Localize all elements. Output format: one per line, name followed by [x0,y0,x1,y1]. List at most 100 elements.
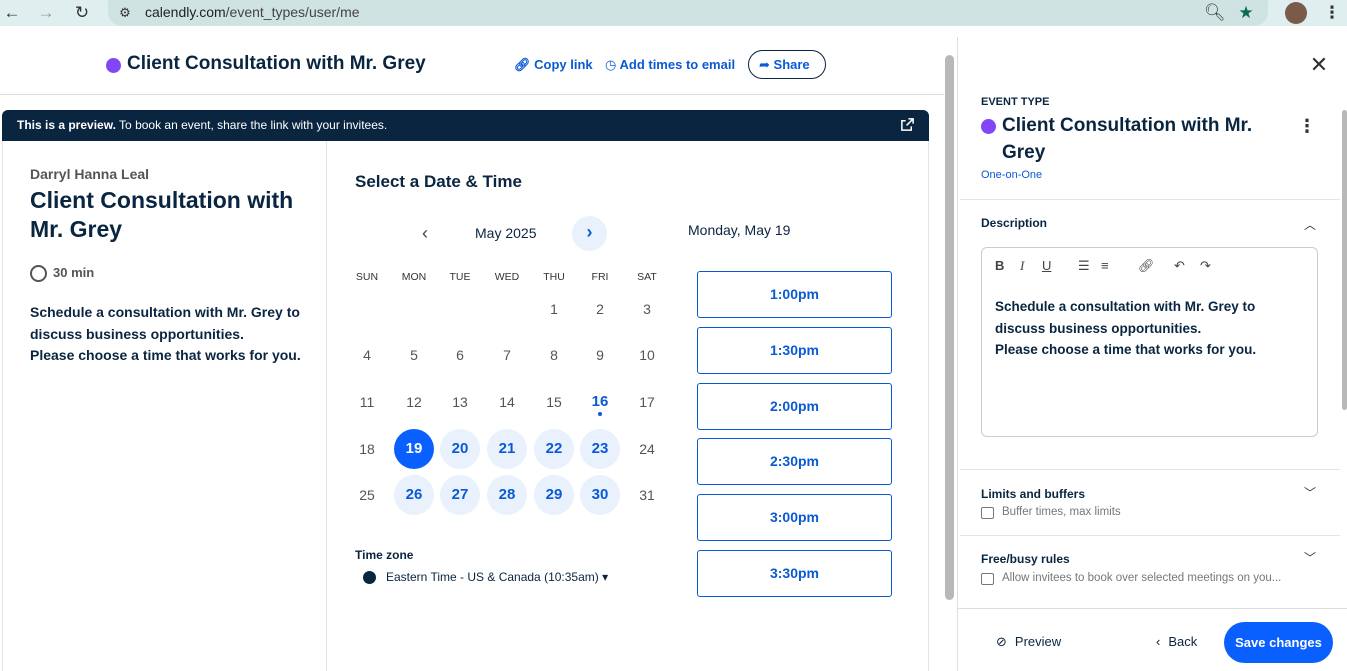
calendar-day[interactable]: 20 [440,429,480,469]
editor-content[interactable]: Schedule a consultation with Mr. Grey to… [995,296,1305,361]
calendar-day: 8 [550,347,558,363]
calendar-day[interactable]: 19 [394,429,434,469]
footer-divider [958,608,1347,609]
calendar-day[interactable]: 30 [580,475,620,515]
save-changes-button[interactable]: Save changes [1224,622,1333,663]
event-type-label: EVENT TYPE [981,96,1050,108]
calendar-icon [981,573,994,585]
limits-subtitle: Buffer times, max limits [1002,506,1121,518]
zoom-icon[interactable]: 🔍︎ [1204,3,1226,23]
chevron-left-icon: ‹ [1156,634,1161,649]
bookmark-star-icon[interactable]: ★ [1236,3,1256,23]
calendar-day[interactable]: 23 [580,429,620,469]
editor-line-2: Please choose a time that works for you. [995,342,1257,357]
back-button[interactable]: ‹ Back [1156,634,1197,649]
time-slot-button[interactable]: 3:00pm [697,494,892,541]
undo-icon[interactable]: ↶ [1174,258,1185,274]
freebusy-subtitle: Allow invitees to book over selected mee… [1002,572,1282,584]
reload-icon[interactable]: ↻ [72,3,92,23]
url-text[interactable]: calendly.com/event_types/user/me [145,4,360,20]
clock-icon: ◷ [605,57,617,72]
event-color-dot [106,58,121,73]
event-kind: One-on-One [981,169,1043,181]
chevron-down-icon[interactable]: ﹀ [1304,484,1316,501]
calendar-day: 18 [359,441,375,457]
chevron-up-icon[interactable]: ︿ [1304,216,1316,233]
add-times-label: Add times to email [619,57,736,72]
section-divider [960,469,1340,470]
back-arrow-icon[interactable]: ← [2,3,22,23]
calendar-day[interactable]: 26 [394,475,434,515]
time-slot-button[interactable]: 1:30pm [697,327,892,374]
bullet-list-icon[interactable]: ☰ [1078,258,1090,274]
link-icon[interactable]: 🔗︎ [1138,258,1155,274]
next-month-button[interactable]: › [572,216,607,251]
external-link-icon[interactable] [900,117,915,132]
more-options-icon[interactable]: ⋮ [1298,116,1316,137]
profile-avatar[interactable] [1285,2,1307,24]
section-divider [960,535,1340,536]
description-editor[interactable]: B I U ☰ ≡ 🔗︎ ↶ ↷ Schedule a consultation… [981,247,1318,437]
weekday-label: FRI [591,271,609,283]
calendar-day[interactable]: 28 [487,475,527,515]
timezone-select[interactable]: Eastern Time - US & Canada (10:35am) ▾ [363,570,609,585]
calendar-day: 12 [406,394,422,410]
description-heading[interactable]: Description [981,216,1047,230]
preview-button[interactable]: ⊘ Preview [996,634,1061,650]
previous-month-icon[interactable]: ‹ [414,223,436,245]
copy-link-button[interactable]: 🔗︎ Copy link [514,57,593,73]
freebusy-heading[interactable]: Free/busy rules [981,552,1070,566]
pane-separator [957,37,958,671]
time-slot-button[interactable]: 1:00pm [697,271,892,318]
browser-menu-icon[interactable]: ⋮ [1322,3,1342,23]
back-label: Back [1168,634,1198,649]
calendar-day: 3 [643,301,651,317]
calendar-day[interactable]: 22 [534,429,574,469]
today-indicator [598,412,602,416]
calendar-day[interactable]: 16 [580,382,620,422]
underline-icon[interactable]: U [1042,258,1051,273]
time-slot-button[interactable]: 3:30pm [697,550,892,597]
redo-icon[interactable]: ↷ [1200,258,1211,274]
bold-icon[interactable]: B [995,258,1004,273]
preview-scrollbar[interactable] [945,55,954,600]
month-label: May 2025 [475,225,537,241]
panel-scrollbar[interactable] [1342,110,1347,410]
share-arrow-icon: ➦ [759,57,770,72]
forward-arrow-icon[interactable]: → [36,3,56,23]
weekday-label: TUE [449,271,471,283]
share-button[interactable]: ➦ Share [748,50,826,79]
italic-icon[interactable]: I [1020,258,1024,274]
add-times-button[interactable]: ◷ Add times to email [605,57,735,73]
preview-description: Schedule a consultation with Mr. Grey to… [30,302,320,367]
share-label: Share [773,57,810,72]
calendar-day: 9 [596,347,604,363]
browser-toolbar: ← → ↻ ⚙ calendly.com/event_types/user/me… [0,0,1347,26]
preview-banner: This is a preview. To book an event, sha… [2,110,929,141]
limits-heading[interactable]: Limits and buffers [981,487,1085,501]
calendar-day[interactable]: 21 [487,429,527,469]
calendar-day: 24 [639,441,655,457]
calendar-day: 7 [503,347,511,363]
site-settings-icon[interactable]: ⚙ [115,3,135,23]
preview-event-title: Client Consultation with Mr. Grey [30,187,294,242]
event-preview-header: Client Consultation with Mr. Grey 🔗︎ Cop… [0,37,944,95]
weekday-label: SAT [637,271,657,283]
calendar-day[interactable]: 27 [440,475,480,515]
calendar-day[interactable]: 29 [534,475,574,515]
weekday-label: WED [494,271,520,283]
description-line-2: Please choose a time that works for you. [30,347,301,363]
timezone-value: Eastern Time - US & Canada (10:35am) ▾ [386,570,609,584]
chevron-down-icon[interactable]: ﹀ [1304,549,1316,566]
globe-icon [363,571,376,585]
link-icon: 🔗︎ [514,57,531,72]
time-slot-button[interactable]: 2:30pm [697,438,892,485]
preview-banner-bold: This is a preview. [17,118,116,132]
numbered-list-icon[interactable]: ≡ [1101,258,1109,273]
time-slot-button[interactable]: 2:00pm [697,383,892,430]
close-icon[interactable]: ✕ [1308,54,1330,76]
calendar-day: 31 [639,487,655,503]
section-divider [960,199,1340,200]
selected-date-label: Monday, May 19 [688,222,791,238]
select-date-heading: Select a Date & Time [355,172,522,191]
